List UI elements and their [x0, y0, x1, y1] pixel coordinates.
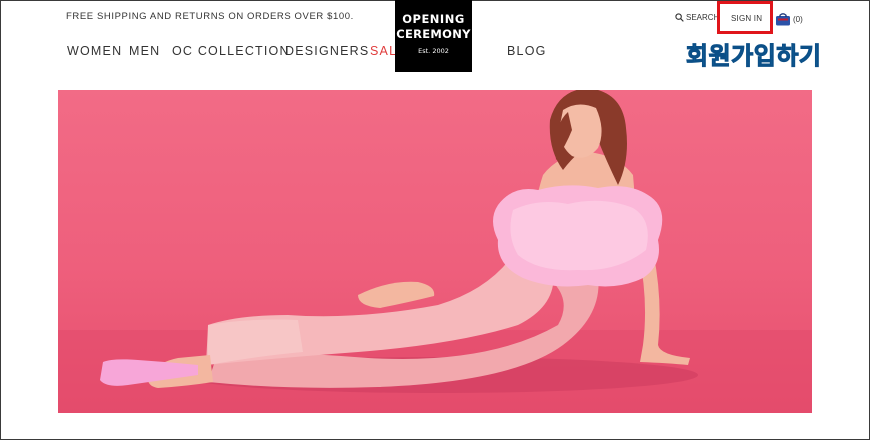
feather-top-highlight [510, 200, 648, 271]
search-icon [675, 13, 684, 22]
cart-count: (0) [793, 15, 803, 24]
nav-designers[interactable]: DESIGNERS [285, 44, 369, 58]
model-photo [58, 90, 812, 413]
logo-line-2: CEREMONY [396, 27, 471, 41]
nav-women[interactable]: WOMEN [67, 44, 122, 58]
sign-in-link[interactable]: SIGN IN [731, 14, 762, 23]
nav-men[interactable]: MEN [129, 44, 160, 58]
signup-overlay-text: 회원가입하기 [685, 42, 822, 71]
search-label: SEARCH [686, 13, 720, 22]
model-hand [358, 281, 435, 308]
promo-banner: FREE SHIPPING AND RETURNS ON ORDERS OVER… [66, 11, 354, 22]
shopping-bag-icon [776, 13, 790, 26]
nav-blog[interactable]: BLOG [507, 44, 547, 58]
search-button[interactable]: SEARCH [675, 13, 719, 22]
nav-oc-collection[interactable]: OC COLLECTION [172, 44, 290, 58]
cart-button[interactable]: (0) [775, 13, 803, 26]
brand-logo[interactable]: OPENING CEREMONY Est. 2002 [395, 0, 472, 72]
nav-sale[interactable]: SALE [370, 44, 407, 58]
logo-line-1: OPENING [402, 12, 465, 26]
hero-image[interactable] [58, 90, 812, 413]
